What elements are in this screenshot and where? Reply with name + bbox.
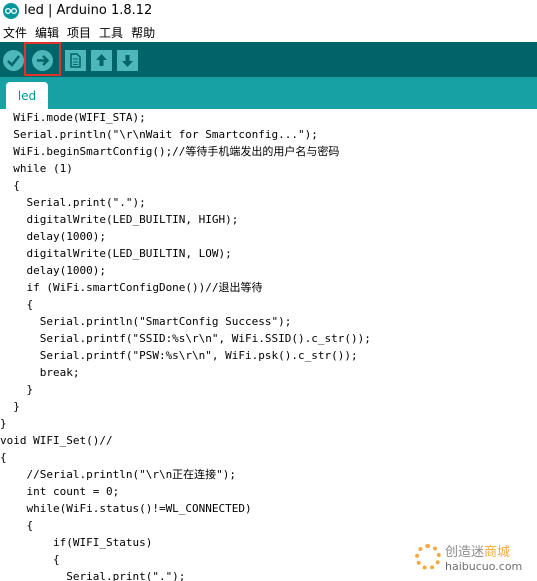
code-line: int count = 0; xyxy=(0,485,120,498)
code-line: } xyxy=(0,383,34,396)
menu-file[interactable]: 文件 xyxy=(3,24,27,41)
code-line: Serial.println("SmartConfig Success"); xyxy=(0,315,292,328)
code-line: delay(1000); xyxy=(0,230,106,243)
code-line: while(WiFi.status()!=WL_CONNECTED) xyxy=(0,502,252,515)
menu-help[interactable]: 帮助 xyxy=(131,24,155,41)
open-button[interactable] xyxy=(91,50,112,71)
save-button[interactable] xyxy=(117,50,138,71)
code-line: WiFi.beginSmartConfig();//等待手机端发出的用户名与密码 xyxy=(0,145,340,158)
code-line: break; xyxy=(0,366,80,379)
verify-button[interactable] xyxy=(3,50,24,71)
title-bar: led | Arduino 1.8.12 xyxy=(0,0,537,22)
menu-tools[interactable]: 工具 xyxy=(99,24,123,41)
tab-bar: led xyxy=(0,77,537,109)
watermark-accent-text: 商城 xyxy=(484,545,511,560)
code-line: { xyxy=(0,451,7,464)
code-line: { xyxy=(0,519,34,532)
code-line: if(WIFI_Status) xyxy=(0,536,153,549)
code-line: if (WiFi.smartConfigDone())//退出等待 xyxy=(0,281,263,294)
upload-highlight-box xyxy=(24,42,61,76)
code-line: Serial.print("."); xyxy=(0,570,186,581)
arrow-up-icon xyxy=(96,54,107,66)
tab-led[interactable]: led xyxy=(6,82,48,109)
arrow-down-icon xyxy=(122,55,133,67)
watermark-url: haibucuo.com xyxy=(445,560,523,573)
watermark-logo: 创造迷商城 haibucuo.com xyxy=(415,537,533,577)
code-line: digitalWrite(LED_BUILTIN, HIGH); xyxy=(0,213,239,226)
code-editor[interactable]: WiFi.mode(WIFI_STA); Serial.println("\r\… xyxy=(0,109,537,581)
menu-edit[interactable]: 编辑 xyxy=(35,24,59,41)
window-title: led | Arduino 1.8.12 xyxy=(24,3,153,18)
code-line: void WIFI_Set()// xyxy=(0,434,113,447)
new-button[interactable] xyxy=(65,50,86,71)
arduino-icon xyxy=(3,3,19,19)
watermark-text: 创造迷 xyxy=(445,545,485,560)
code-line: delay(1000); xyxy=(0,264,106,277)
code-line: } xyxy=(0,417,7,430)
code-line: while (1) xyxy=(0,162,73,175)
menu-sketch[interactable]: 项目 xyxy=(67,24,91,41)
code-line: { xyxy=(0,298,34,311)
code-line: Serial.printf("SSID:%s\r\n", WiFi.SSID()… xyxy=(0,332,371,345)
code-line: Serial.printf("PSW:%s\r\n", WiFi.psk().c… xyxy=(0,349,358,362)
code-line: { xyxy=(0,179,20,192)
code-line: //Serial.println("\r\n正在连接"); xyxy=(0,468,237,481)
code-line: Serial.print("."); xyxy=(0,196,146,209)
code-line: WiFi.mode(WIFI_STA); xyxy=(0,111,146,124)
menu-bar: 文件 编辑 项目 工具 帮助 xyxy=(0,22,537,42)
code-line: } xyxy=(0,400,20,413)
gear-logo-icon xyxy=(415,544,441,570)
code-line: Serial.println("\r\nWait for Smartconfig… xyxy=(0,128,318,141)
file-icon xyxy=(70,53,81,68)
code-line: digitalWrite(LED_BUILTIN, LOW); xyxy=(0,247,232,260)
toolbar xyxy=(0,42,537,77)
code-line: { xyxy=(0,553,60,566)
check-icon xyxy=(7,55,20,67)
